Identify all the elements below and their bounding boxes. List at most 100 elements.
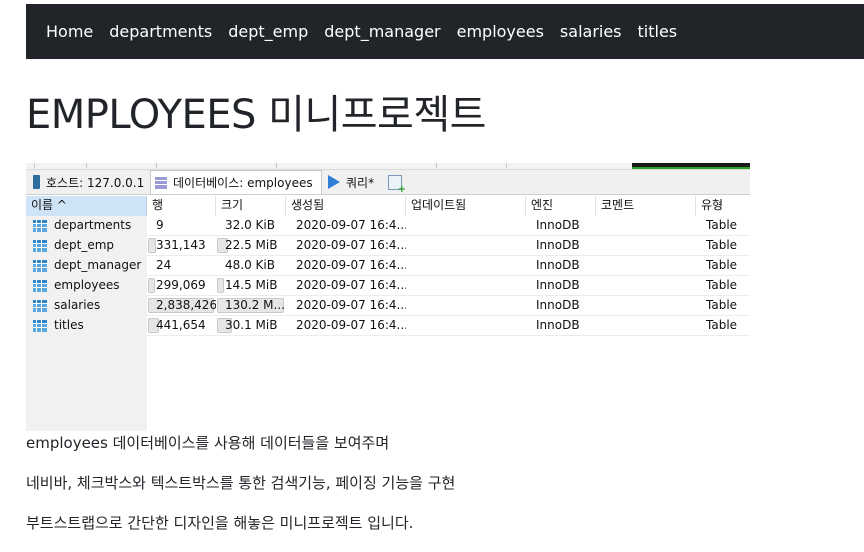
size-value: 30.1 MiB (225, 318, 278, 332)
rows-value: 2,838,426 (156, 298, 216, 312)
size-bar (217, 278, 224, 293)
table-row: dept_manager 24 48.0 KiB 2020-09-07 16:4...… (26, 256, 750, 276)
column-engine: 엔진 (526, 196, 596, 216)
column-size: 크기 (216, 196, 286, 216)
nav-dept-manager[interactable]: dept_manager (324, 22, 440, 41)
table-icon (33, 260, 47, 272)
type-value: Table (706, 278, 738, 292)
column-updated: 업데이트됨 (406, 196, 526, 216)
column-rows: 행 (147, 196, 216, 216)
row-divider (147, 335, 750, 336)
table-row: dept_emp 331,143 22.5 MiB 2020-09-07 16:4..… (26, 236, 750, 256)
rows-value: 331,143 (156, 238, 206, 252)
created-value: 2020-09-07 16:4... (296, 318, 406, 332)
column-name: 이름 ^ (26, 196, 147, 216)
nav-titles[interactable]: titles (638, 22, 678, 41)
table-header: 이름 ^ 행 크기 생성됨 업데이트됨 엔진 코멘트 유형 (26, 196, 750, 216)
rows-value: 299,069 (156, 278, 206, 292)
created-value: 2020-09-07 16:4... (296, 258, 406, 272)
description-line-1: employees 데이터베이스를 사용해 데이터들을 보여주며 (26, 434, 390, 452)
tab-database: 데이터베이스: employees (150, 170, 322, 194)
table-name: employees (54, 278, 120, 292)
nav-departments[interactable]: departments (109, 22, 212, 41)
description-line-2: 네비바, 체크박스와 텍스트박스를 통한 검색기능, 페이징 기능을 구현 (26, 474, 456, 492)
rows-bar (148, 238, 156, 253)
tab-host-label: 호스트: 127.0.0.1 (46, 175, 145, 190)
nav-employees[interactable]: employees (457, 22, 544, 41)
created-value: 2020-09-07 16:4... (296, 278, 406, 292)
table-row: titles 441,654 30.1 MiB 2020-09-07 16:4... I… (26, 316, 750, 336)
rows-cell: 24 (147, 256, 216, 276)
table-icon (33, 300, 47, 312)
toolbar-tick (276, 163, 277, 168)
page-title: EMPLOYEES 미니프로젝트 (26, 92, 486, 138)
created-value: 2020-09-07 16:4... (296, 218, 406, 232)
screenshot-tabbar: 호스트: 127.0.0.1 데이터베이스: employees 쿼리* (26, 170, 750, 195)
rows-cell: 9 (147, 216, 216, 236)
rows-cell: 2,838,426 (147, 296, 216, 316)
engine-value: InnoDB (536, 278, 580, 292)
engine-value: InnoDB (536, 318, 580, 332)
type-value: Table (706, 258, 738, 272)
engine-value: InnoDB (536, 218, 580, 232)
table-icon (33, 240, 47, 252)
table-name-cell: dept_manager (26, 256, 147, 276)
column-type: 유형 (701, 198, 724, 212)
type-value: Table (706, 298, 738, 312)
created-value: 2020-09-07 16:4... (296, 298, 406, 312)
table-name-cell: departments (26, 216, 147, 236)
table-row: salaries 2,838,426 130.2 M... 2020-09-07 16… (26, 296, 750, 316)
toolbar-tick (34, 163, 35, 168)
table-icon (33, 280, 47, 292)
size-value: 48.0 KiB (225, 258, 275, 272)
database-icon (155, 176, 167, 189)
tab-database-label: 데이터베이스: employees (173, 176, 313, 190)
rows-bar (148, 278, 155, 293)
size-cell: 30.1 MiB (216, 316, 286, 336)
engine-value: InnoDB (536, 258, 580, 272)
server-icon (33, 175, 40, 189)
add-query-icon (388, 174, 406, 195)
toolbar-tick (506, 163, 507, 168)
table-icon (33, 220, 47, 232)
column-created: 생성됨 (286, 196, 406, 216)
size-value: 32.0 KiB (225, 218, 275, 232)
table-name: titles (54, 318, 84, 332)
nav-home[interactable]: Home (46, 22, 93, 41)
rows-cell: 441,654 (147, 316, 216, 336)
rows-value: 9 (156, 218, 164, 232)
play-icon (328, 175, 340, 189)
table-row: employees 299,069 14.5 MiB 2020-09-07 16:4.… (26, 276, 750, 296)
table-name-cell: salaries (26, 296, 147, 316)
table-name-cell: titles (26, 316, 147, 336)
engine-value: InnoDB (536, 238, 580, 252)
rows-cell: 331,143 (147, 236, 216, 256)
table-name-cell: employees (26, 276, 147, 296)
nav-dept-emp[interactable]: dept_emp (228, 22, 308, 41)
database-screenshot: 호스트: 127.0.0.1 데이터베이스: employees 쿼리* 이름 … (26, 163, 750, 431)
size-cell: 48.0 KiB (216, 256, 286, 276)
engine-value: InnoDB (536, 298, 580, 312)
size-cell: 130.2 M... (216, 296, 286, 316)
toolbar-tick (156, 163, 157, 168)
rows-value: 441,654 (156, 318, 206, 332)
type-value: Table (706, 218, 738, 232)
tab-query-label: 쿼리* (346, 175, 375, 190)
screenshot-toolbar-strip (26, 163, 750, 170)
nav-salaries[interactable]: salaries (560, 22, 622, 41)
top-navbar: Home departments dept_emp dept_manager e… (26, 4, 864, 59)
size-value: 22.5 MiB (225, 238, 278, 252)
toolbar-tick (86, 163, 87, 168)
description-line-3: 부트스트랩으로 간단한 디자인을 해놓은 미니프로젝트 입니다. (26, 514, 414, 532)
size-cell: 14.5 MiB (216, 276, 286, 296)
size-value: 14.5 MiB (225, 278, 278, 292)
table-icon (33, 320, 47, 332)
tab-host: 호스트: 127.0.0.1 (26, 170, 150, 194)
size-cell: 22.5 MiB (216, 236, 286, 256)
table-name-cell: dept_emp (26, 236, 147, 256)
table-name: salaries (54, 298, 101, 312)
type-value: Table (706, 238, 738, 252)
column-comment: 코멘트 (596, 196, 696, 216)
progress-strip (632, 163, 750, 169)
size-value: 130.2 M... (225, 298, 285, 312)
